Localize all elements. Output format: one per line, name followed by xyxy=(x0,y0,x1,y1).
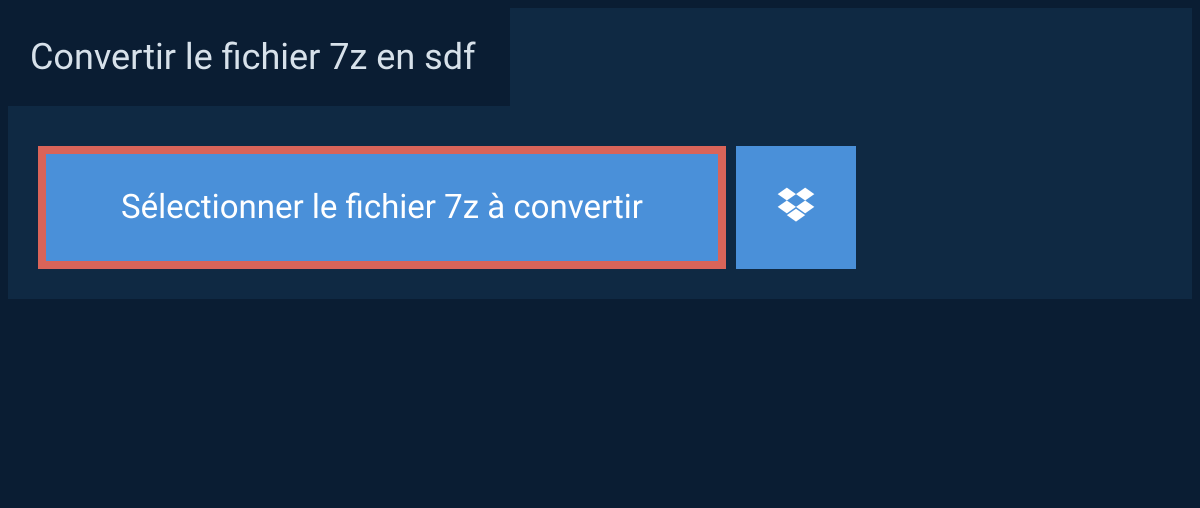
dropbox-button[interactable] xyxy=(736,146,856,269)
converter-panel: Convertir le fichier 7z en sdf Sélection… xyxy=(8,8,1192,299)
select-file-label: Sélectionner le fichier 7z à convertir xyxy=(121,188,643,227)
dropbox-icon xyxy=(774,184,818,232)
select-file-button[interactable]: Sélectionner le fichier 7z à convertir xyxy=(38,146,726,269)
page-title: Convertir le fichier 7z en sdf xyxy=(8,8,510,106)
action-row: Sélectionner le fichier 7z à convertir xyxy=(8,106,1192,269)
